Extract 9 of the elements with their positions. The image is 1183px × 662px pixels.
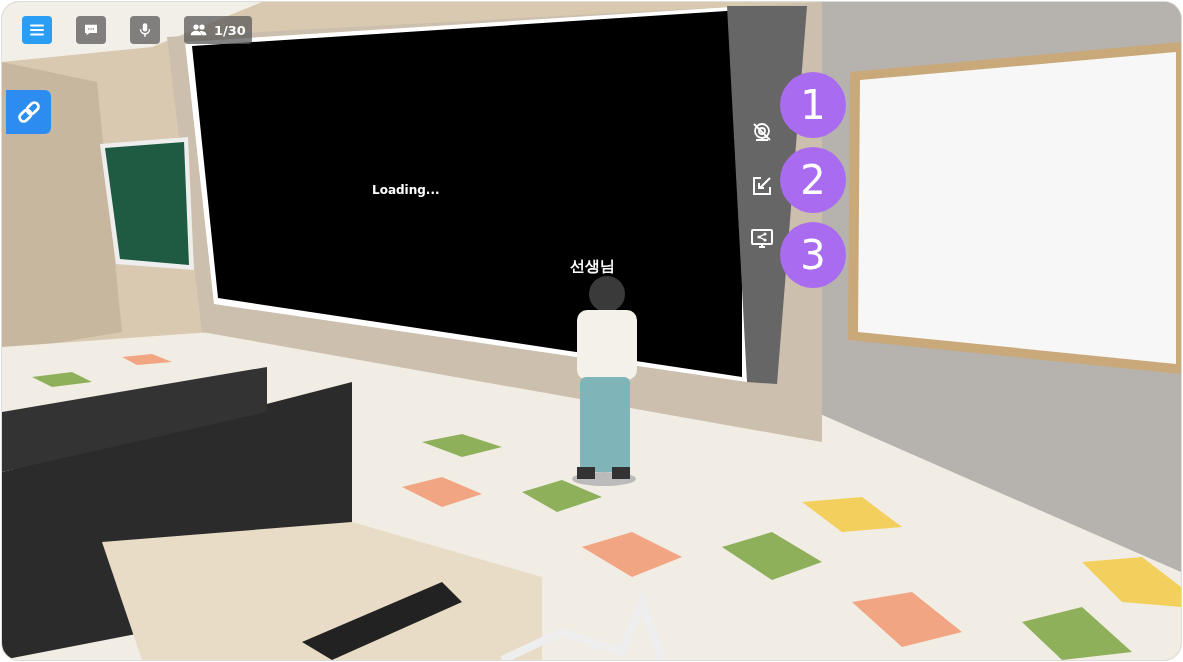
mic-button[interactable]: [130, 16, 160, 44]
popout-icon[interactable]: [750, 174, 774, 198]
chat-button[interactable]: [76, 16, 106, 44]
participants-button[interactable]: 1/30: [184, 16, 252, 44]
loading-text: Loading...: [372, 183, 440, 197]
link-button[interactable]: [6, 90, 51, 134]
menu-button[interactable]: [22, 16, 52, 44]
avatar-name-label: 선생님: [570, 257, 615, 276]
screen-share-icon[interactable]: [750, 227, 774, 251]
